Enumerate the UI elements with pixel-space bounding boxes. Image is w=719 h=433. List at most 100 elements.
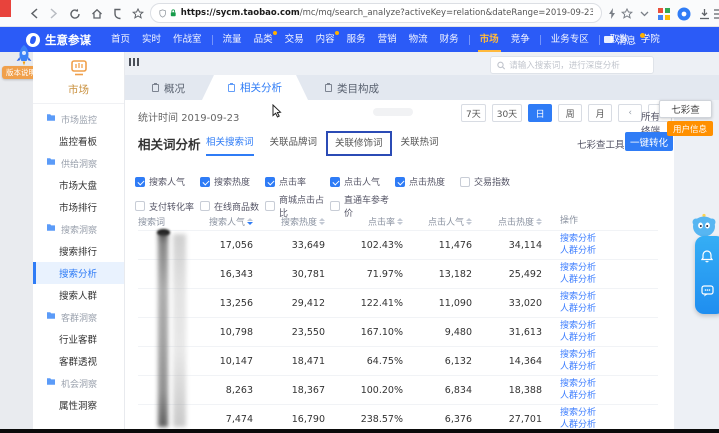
column-header-click-popularity[interactable]: 点击人气: [403, 215, 472, 228]
metric-checkbox-search-popularity[interactable]: 搜索人气: [135, 175, 200, 188]
stat-time: 统计时间 2019-09-23: [138, 109, 239, 124]
nav-item-traffic[interactable]: 流量: [221, 27, 244, 52]
action-link-crowd-analysis[interactable]: 人群分析: [560, 274, 658, 286]
nav-item-realtime[interactable]: 实时: [140, 27, 163, 52]
taskbar-strip: [0, 429, 719, 433]
action-link-search-analysis[interactable]: 搜索分析: [560, 349, 658, 361]
brand[interactable]: 生意参谋: [26, 32, 91, 48]
metric-checkbox-search-heat[interactable]: 搜索热度: [200, 175, 265, 188]
lightning-icon[interactable]: [604, 6, 619, 21]
messages-button[interactable]: 消息: [604, 27, 645, 52]
menu-icon[interactable]: [712, 6, 719, 21]
nav-item-logistics[interactable]: 物流: [407, 27, 430, 52]
sidebar-item-customer-insight[interactable]: 客群洞察: [33, 306, 124, 328]
mascot-icon[interactable]: [691, 212, 717, 238]
sidebar-item-monitor-board[interactable]: 监控看板: [33, 130, 124, 152]
bell-icon[interactable]: [701, 250, 713, 263]
sidebar-item-customer-perspective[interactable]: 客群透视: [33, 350, 124, 372]
date-btn-day[interactable]: 日: [528, 104, 552, 122]
url-bar[interactable]: https://sycm.taobao.com/mc/mq/search_ana…: [150, 3, 602, 23]
sidebar-item-supply-insight[interactable]: 供给洞察: [33, 152, 124, 174]
keyword-search-box[interactable]: [490, 56, 654, 74]
date-btn-month[interactable]: 月: [588, 104, 612, 122]
chat-icon[interactable]: [701, 285, 714, 297]
action-link-search-analysis[interactable]: 搜索分析: [560, 233, 658, 245]
one-click-convert-button[interactable]: 一键转化: [625, 132, 673, 151]
tab-related-analysis[interactable]: 相关分析: [202, 75, 308, 100]
nav-item-category[interactable]: 品类: [252, 27, 275, 52]
date-btn-7d[interactable]: 7天: [461, 104, 486, 122]
browser-tab-fragment: [0, 0, 11, 17]
prev-period-button[interactable]: ‹: [618, 104, 642, 122]
extension-badge-icon[interactable]: [676, 6, 691, 21]
clipboard-icon: [325, 84, 332, 92]
action-link-crowd-analysis[interactable]: 人群分析: [560, 303, 658, 315]
sidebar-item-opportunity-insight[interactable]: 机会洞察: [33, 372, 124, 394]
column-header-search-popularity[interactable]: 搜索人气: [198, 215, 253, 228]
sidebar-item-search-insight[interactable]: 搜索洞察: [33, 218, 124, 240]
sidebar-item-attribute-insight[interactable]: 属性洞察: [33, 394, 124, 416]
word-tab-related-search-words[interactable]: 相关搜索词: [199, 130, 261, 156]
nav-item-content[interactable]: 内容: [314, 27, 337, 52]
collapse-sidebar-icon[interactable]: [129, 58, 139, 66]
reload-icon[interactable]: [67, 6, 82, 21]
nav-item-market[interactable]: 市场: [478, 27, 501, 52]
date-btn-30d[interactable]: 30天: [492, 104, 522, 122]
action-link-search-analysis[interactable]: 搜索分析: [560, 320, 658, 332]
metric-checkbox-click-rate[interactable]: 点击率: [265, 175, 330, 188]
user-info-floating-button[interactable]: 用户信息: [667, 121, 713, 136]
date-btn-week[interactable]: 周: [558, 104, 582, 122]
metric-checkbox-trade-index[interactable]: 交易指数: [460, 175, 525, 188]
qicaicha-floating-button[interactable]: 七彩查: [659, 100, 712, 118]
metric-checkbox-click-heat[interactable]: 点击热度: [395, 175, 460, 188]
related-words-table: 搜索词搜索人气搜索热度点击率点击人气点击热度操作 17,05633,649102…: [138, 212, 658, 429]
action-link-search-analysis[interactable]: 搜索分析: [560, 291, 658, 303]
cell-click-rate: 100.20%: [325, 385, 403, 396]
action-link-search-analysis[interactable]: 搜索分析: [560, 262, 658, 274]
column-header-click-heat[interactable]: 点击热度: [472, 215, 542, 228]
action-link-crowd-analysis[interactable]: 人群分析: [560, 332, 658, 344]
brand-label: 生意参谋: [45, 32, 91, 48]
history-icon[interactable]: [110, 6, 125, 21]
nav-item-compete[interactable]: 竞争: [509, 27, 532, 52]
action-link-crowd-analysis[interactable]: 人群分析: [560, 390, 658, 402]
nav-item-war-room[interactable]: 作战室: [171, 27, 204, 52]
metric-checkbox-click-popularity[interactable]: 点击人气: [330, 175, 395, 188]
sidebar-item-industry-customer[interactable]: 行业客群: [33, 328, 124, 350]
sidebar-item-market-monitor[interactable]: 市场监控: [33, 108, 124, 130]
action-link-search-analysis[interactable]: 搜索分析: [560, 407, 658, 419]
sidebar-item-search-crowd[interactable]: 搜索人群: [33, 284, 124, 306]
sidebar-item-search-analysis[interactable]: 搜索分析: [33, 262, 124, 284]
metric-label: 点击人气: [344, 175, 380, 188]
word-tab-brand-words[interactable]: 关联品牌词: [263, 130, 325, 156]
column-header-word: 搜索词: [138, 215, 198, 228]
column-header-search-heat[interactable]: 搜索热度: [253, 215, 325, 228]
action-link-crowd-analysis[interactable]: 人群分析: [560, 419, 658, 429]
word-tab-modifier-words[interactable]: 关联修饰词: [326, 131, 392, 156]
sidebar-item-market-overview[interactable]: 市场大盘: [33, 174, 124, 196]
back-icon[interactable]: [27, 6, 42, 21]
column-header-click-rate[interactable]: 点击率: [325, 215, 403, 228]
nav-item-trade[interactable]: 交易: [283, 27, 306, 52]
bookmark-star-icon[interactable]: [130, 6, 145, 21]
home-icon[interactable]: [89, 6, 104, 21]
nav-item-biz-zone[interactable]: 业务专区: [549, 27, 591, 52]
nav-item-finance[interactable]: 财务: [438, 27, 461, 52]
extensions-grid-icon[interactable]: [656, 6, 671, 21]
nav-item-marketing[interactable]: 营销: [376, 27, 399, 52]
star-icon[interactable]: [619, 6, 634, 21]
chevron-down-icon[interactable]: [637, 6, 652, 21]
forward-icon[interactable]: [46, 6, 61, 21]
nav-item-service[interactable]: 服务: [345, 27, 368, 52]
tab-overview[interactable]: 概况: [135, 76, 202, 100]
search-input[interactable]: [509, 60, 647, 70]
action-link-crowd-analysis[interactable]: 人群分析: [560, 245, 658, 257]
tab-category-composition[interactable]: 类目构成: [308, 76, 396, 100]
action-link-crowd-analysis[interactable]: 人群分析: [560, 361, 658, 373]
download-icon[interactable]: [697, 6, 712, 21]
sidebar-item-market-rank[interactable]: 市场排行: [33, 196, 124, 218]
action-link-search-analysis[interactable]: 搜索分析: [560, 378, 658, 390]
sidebar-item-search-rank[interactable]: 搜索排行: [33, 240, 124, 262]
nav-item-home[interactable]: 首页: [109, 27, 132, 52]
word-tab-hot-words[interactable]: 关联热词: [394, 130, 446, 156]
